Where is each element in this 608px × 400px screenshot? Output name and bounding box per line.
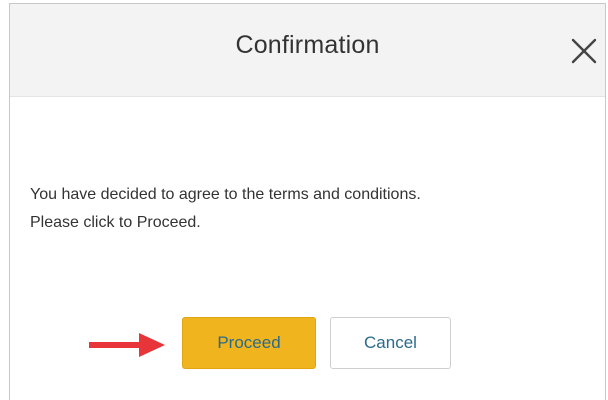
message-line-1: You have decided to agree to the terms a…: [30, 186, 421, 203]
arrow-right-icon: [89, 333, 165, 357]
close-icon: [571, 38, 597, 64]
message-line-2: Please click to Proceed.: [30, 214, 201, 231]
proceed-button[interactable]: Proceed: [182, 317, 316, 369]
dialog-header: Confirmation: [10, 4, 605, 97]
dialog-message: You have decided to agree to the terms a…: [30, 181, 590, 237]
cancel-button[interactable]: Cancel: [330, 317, 451, 369]
dialog-title: Confirmation: [235, 31, 380, 59]
close-button[interactable]: [570, 37, 598, 65]
